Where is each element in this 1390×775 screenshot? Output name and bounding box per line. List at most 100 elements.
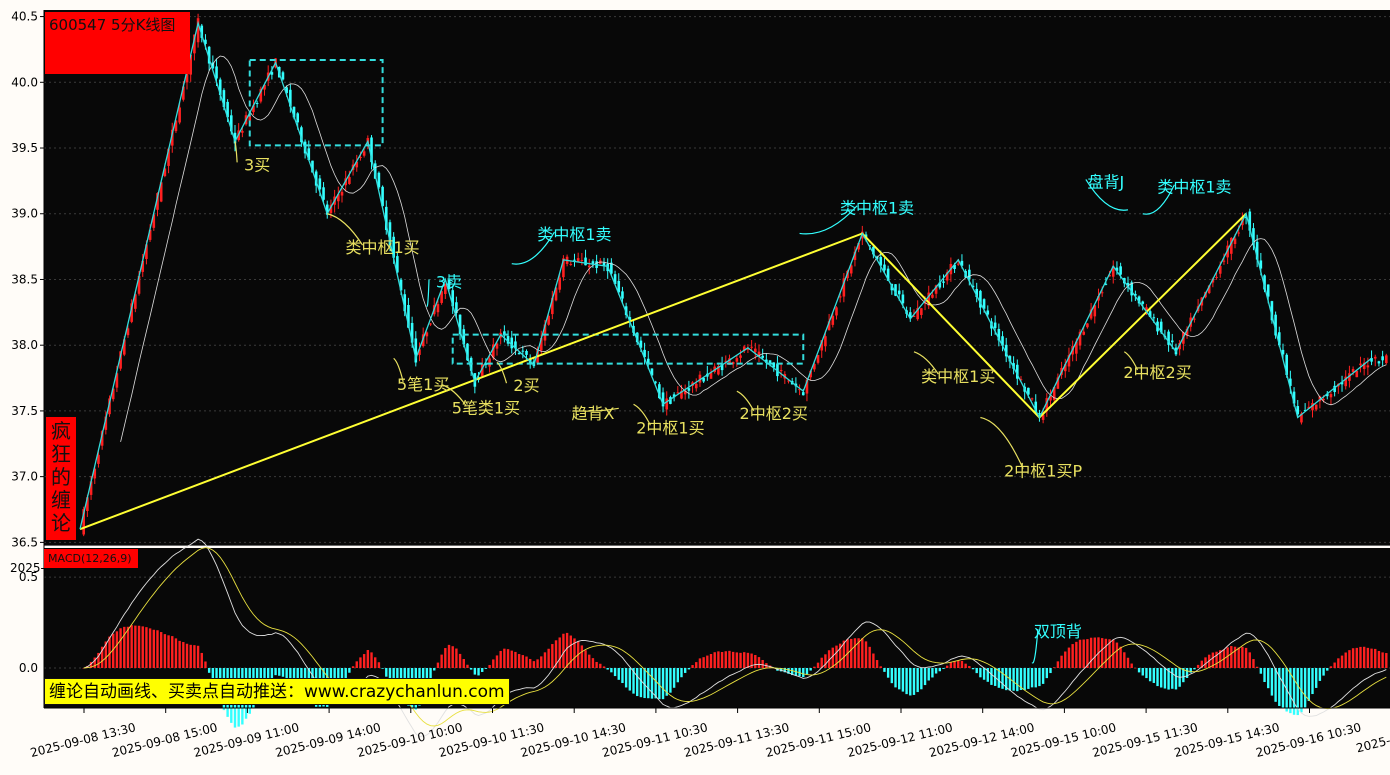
macd-bar xyxy=(1148,668,1152,682)
macd-bar xyxy=(850,638,853,668)
macd-bar xyxy=(624,668,628,688)
macd-bar xyxy=(1237,647,1240,668)
macd-bar xyxy=(540,656,543,668)
macd-bar xyxy=(1244,647,1248,668)
candle-body xyxy=(569,263,573,265)
macd-bar xyxy=(1163,668,1167,689)
macd-bar xyxy=(894,668,897,688)
macd-bar xyxy=(698,658,702,668)
candle-body xyxy=(956,263,960,265)
macd-bar xyxy=(1023,668,1026,690)
macd-bar xyxy=(377,662,381,668)
macd-bar xyxy=(617,668,620,680)
macd-bar xyxy=(1348,650,1351,668)
macd-bar xyxy=(152,629,156,668)
macd-bar xyxy=(385,668,388,677)
macd-bar xyxy=(1045,668,1049,679)
macd-bar xyxy=(905,668,908,695)
macd-bar xyxy=(975,668,978,674)
macd-bar xyxy=(204,661,207,668)
macd-bar xyxy=(134,625,137,668)
macd-bar xyxy=(281,668,285,677)
brand-char: 狂 xyxy=(51,442,71,466)
price-axis-bg xyxy=(0,0,44,775)
price-tick-label: 37.0 xyxy=(11,470,38,484)
macd-bar xyxy=(1012,668,1015,691)
macd-bar xyxy=(1385,653,1388,668)
macd-bar xyxy=(1160,668,1163,688)
macd-bar xyxy=(1359,646,1362,668)
annotation-label: 盘背J xyxy=(1087,172,1124,191)
annotation-label: 类中枢1买 xyxy=(345,238,419,257)
macd-bar xyxy=(735,652,739,668)
macd-bar xyxy=(639,668,643,698)
macd-bar xyxy=(964,663,967,668)
macd-bar xyxy=(185,643,189,668)
macd-bar xyxy=(1274,668,1277,702)
macd-bar xyxy=(709,654,713,668)
macd-bar xyxy=(473,668,477,675)
candle-body xyxy=(1086,323,1089,328)
candle-body xyxy=(322,187,325,200)
macd-bar xyxy=(602,666,606,668)
macd-bar xyxy=(1030,668,1034,688)
candle-body xyxy=(779,370,783,372)
macd-bar xyxy=(1123,652,1126,668)
macd-bar xyxy=(462,659,465,668)
annotation-label: 双顶背 xyxy=(1034,622,1082,641)
candle-body xyxy=(801,392,805,396)
candle-body xyxy=(573,259,576,261)
macd-bar xyxy=(178,640,181,668)
macd-bar xyxy=(875,660,879,668)
candle-body xyxy=(281,72,285,80)
candle-body xyxy=(1170,340,1174,343)
annotation-label: 类中枢1卖 xyxy=(1157,178,1231,197)
candle-body xyxy=(883,264,886,271)
macd-bar xyxy=(1278,668,1281,706)
macd-bar xyxy=(927,668,930,681)
macd-bar xyxy=(890,668,894,684)
macd-bar xyxy=(1034,668,1037,688)
macd-bar xyxy=(562,633,565,668)
candle-body xyxy=(1030,398,1034,400)
macd-bar xyxy=(1067,647,1071,668)
macd-bar xyxy=(864,641,868,668)
macd-bar xyxy=(517,654,521,668)
annotation-label: 2中枢2买 xyxy=(1123,363,1191,382)
macd-bar xyxy=(754,655,757,668)
macd-bar xyxy=(853,638,857,668)
macd-bar xyxy=(1314,668,1318,688)
macd-bar xyxy=(200,652,203,668)
macd-bar xyxy=(942,668,945,669)
macd-title: MACD(12,26,9) xyxy=(44,549,138,568)
price-tick-label: 37.5 xyxy=(11,404,38,418)
macd-bar xyxy=(1038,668,1041,687)
macd-bar xyxy=(1326,668,1329,671)
candle-body xyxy=(436,304,440,313)
macd-bar xyxy=(137,625,141,668)
macd-bar xyxy=(1052,667,1056,668)
macd-bar xyxy=(126,626,130,668)
candle-body xyxy=(580,260,584,262)
macd-bar xyxy=(957,660,960,668)
candle-body xyxy=(1152,317,1156,319)
macd-bar xyxy=(115,631,119,668)
macd-bar xyxy=(506,649,510,668)
macd-bar xyxy=(816,662,820,668)
candle-body xyxy=(824,336,827,347)
macd-bar xyxy=(174,638,178,668)
macd-bar xyxy=(1137,668,1141,673)
macd-bar xyxy=(1329,666,1333,668)
macd-bar xyxy=(743,652,746,668)
macd-bar xyxy=(739,652,742,668)
macd-bar xyxy=(1230,646,1233,668)
macd-bar xyxy=(362,654,366,668)
macd-bar xyxy=(355,661,358,668)
macd-bar xyxy=(824,654,827,668)
annotation-label: 2买 xyxy=(513,376,539,395)
candle-body xyxy=(584,257,587,266)
macd-bar xyxy=(879,666,882,668)
candle-body xyxy=(1082,331,1086,335)
candle-body xyxy=(687,388,691,391)
candle-body xyxy=(576,258,580,262)
